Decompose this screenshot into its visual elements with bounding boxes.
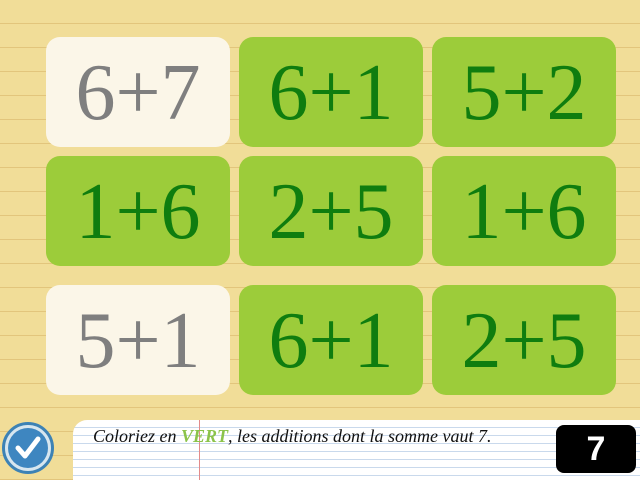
instruction-color-word: VERT (181, 426, 229, 446)
tile-grid: 6+7 6+1 5+2 1+6 2+5 1+6 5+1 6+1 2+5 (0, 0, 640, 410)
tile-9[interactable]: 2+5 (432, 285, 616, 395)
footer-bar: Coloriez en VERT, les additions dont la … (0, 410, 640, 480)
tile-3[interactable]: 5+2 (432, 37, 616, 147)
tile-1[interactable]: 6+7 (46, 37, 230, 147)
instruction-paper: Coloriez en VERT, les additions dont la … (73, 420, 640, 480)
tile-6[interactable]: 1+6 (432, 156, 616, 266)
tile-2[interactable]: 6+1 (239, 37, 423, 147)
target-sum-display: 7 (556, 425, 636, 473)
tile-7[interactable]: 5+1 (46, 285, 230, 395)
instruction-prefix: Coloriez en (93, 426, 181, 446)
checkmark-icon (8, 428, 48, 468)
tile-4[interactable]: 1+6 (46, 156, 230, 266)
tile-8[interactable]: 6+1 (239, 285, 423, 395)
instruction-suffix: , les additions dont la somme vaut 7. (228, 426, 492, 446)
instruction-text: Coloriez en VERT, les additions dont la … (93, 426, 492, 447)
tile-5[interactable]: 2+5 (239, 156, 423, 266)
validate-button[interactable] (2, 422, 54, 474)
